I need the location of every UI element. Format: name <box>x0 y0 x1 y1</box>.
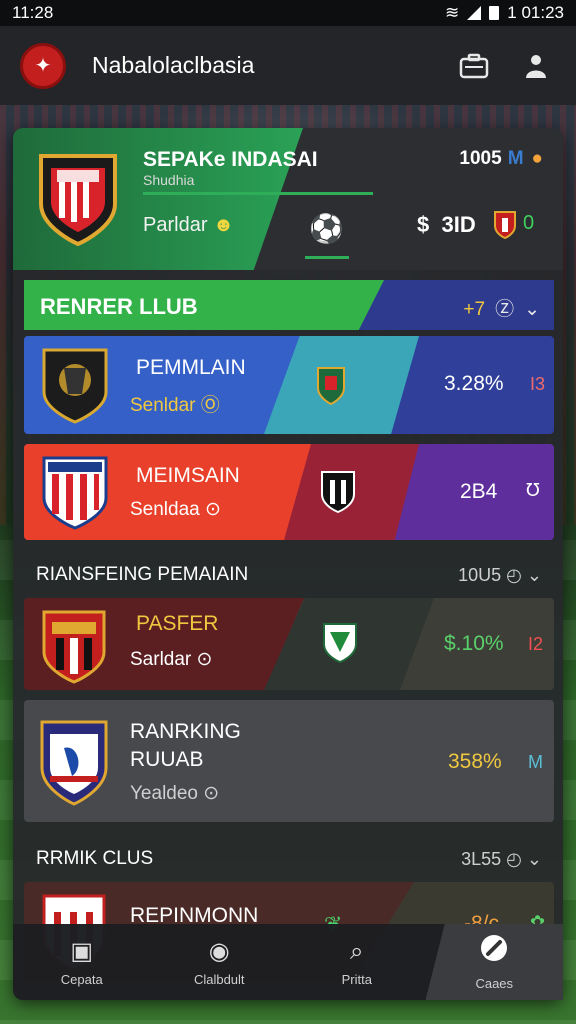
featured-club-card[interactable]: SEPAKe INDASAI Shudhia Parldar ☻ ⚽ 1005 M… <box>13 128 563 270</box>
mini-crest-icon <box>316 366 346 411</box>
person-icon[interactable] <box>516 46 556 86</box>
row-subtitle: Senldar Ⓞ <box>130 395 220 416</box>
wifi-icon: ≋ <box>445 3 460 22</box>
chevron-down-icon: ⌄ <box>526 564 542 585</box>
row-title: PEMMLAIN <box>136 356 246 379</box>
section-title: RIANSFEING PEMAIAIN <box>36 564 249 585</box>
row-value: 3.28% <box>444 372 504 395</box>
nav-item-pritta[interactable]: ⌕ Pritta <box>288 924 426 1000</box>
list-item[interactable]: PEMMLAIN Senldar Ⓞ 3.28% I3 <box>24 336 554 434</box>
clock-icon: ◴ <box>506 848 522 869</box>
club-crest-icon <box>40 608 108 690</box>
mini-crest-icon <box>320 470 356 519</box>
app-screen: 11:28 ≋ 1 01:23 ✦ Nabalolaclbasia SEPAKe… <box>0 0 576 1024</box>
mini-crest-icon <box>322 622 358 669</box>
badge-icon: Ⓩ <box>495 299 515 320</box>
club-crest-icon <box>38 718 110 813</box>
briefcase-icon[interactable] <box>454 46 494 86</box>
battery-icon <box>489 6 500 20</box>
featured-club-title: SEPAKe INDASAI <box>143 148 318 171</box>
row-tag: M <box>528 752 543 772</box>
club-crest-icon <box>37 150 119 253</box>
list-item[interactable]: PASFER Sarldar ⊙ $.10% I2 <box>24 598 554 690</box>
signal-icon <box>467 6 482 20</box>
section-header[interactable]: RRMIK CLUS 3L55 ◴ ⌄ <box>24 836 554 882</box>
section-title: RRMIK CLUS <box>36 848 154 869</box>
circle-icon: ◉ <box>208 938 230 965</box>
coin-icon: ● <box>531 148 543 169</box>
club-crest-icon <box>40 346 110 431</box>
search-icon: ⌕ <box>350 937 364 965</box>
app-bar: ✦ Nabalolaclbasia <box>0 26 576 105</box>
app-title: Nabalolaclbasia <box>92 52 255 78</box>
mini-crest-icon <box>493 210 517 245</box>
featured-count: 0 <box>523 212 535 234</box>
row-value: 358% <box>448 750 502 773</box>
tab-indicator <box>305 256 349 259</box>
progress-bar <box>143 192 373 195</box>
nav-item-caaes[interactable]: Caaes <box>425 924 563 1000</box>
row-title: RANRKING <box>130 720 241 743</box>
row-value: $.10% <box>444 632 504 655</box>
row-subtitle: Sarldar ⊙ <box>130 649 213 670</box>
bottom-nav: ▣ Cepata ◉ Clalbdult ⌕ Pritta Caaes <box>13 924 563 1000</box>
soccer-ball-icon[interactable]: ⚽ <box>309 212 344 245</box>
row-title-line2: RUUAB <box>130 748 204 771</box>
row-tag: ℧ <box>526 480 540 500</box>
row-title: PASFER <box>136 612 219 635</box>
row-subtitle: Senldaa ⊙ <box>130 499 221 520</box>
club-panel: SEPAKe INDASAI Shudhia Parldar ☻ ⚽ 1005 M… <box>13 128 563 1000</box>
row-subtitle: Yealdeo ⊙ <box>130 783 220 804</box>
row-value: 2B4 <box>460 480 498 503</box>
row-title: MEIMSAIN <box>136 464 240 487</box>
status-time-right: 1 01:23 <box>507 3 564 22</box>
club-section-header[interactable]: RENRER LLUB +7 Ⓩ ⌄ <box>24 280 554 330</box>
whistle-icon <box>479 933 509 970</box>
row-tag: I2 <box>528 634 544 654</box>
row-tag: I3 <box>530 374 546 394</box>
list-item[interactable]: RANRKING RUUAB Yealdeo ⊙ 358% M <box>24 700 554 822</box>
list-item[interactable]: MEIMSAIN Senldaa ⊙ 2B4 ℧ <box>24 444 554 540</box>
featured-club-subtitle: Shudhia <box>143 172 195 188</box>
square-icon: ▣ <box>70 938 94 965</box>
nav-item-clalbdult[interactable]: ◉ Clalbdult <box>151 924 289 1000</box>
club-crest-icon <box>40 454 110 537</box>
club-section-title: RENRER LLUB <box>40 294 198 319</box>
money-value: $ 3ID <box>417 212 476 237</box>
status-bar: 11:28 ≋ 1 01:23 <box>0 0 576 26</box>
clock-icon: ◴ <box>506 564 522 585</box>
chevron-down-icon: ⌄ <box>524 299 540 320</box>
featured-label: Parldar ☻ <box>143 214 235 236</box>
status-time-left: 11:28 <box>12 3 54 22</box>
nav-item-cepata[interactable]: ▣ Cepata <box>13 924 151 1000</box>
chevron-down-icon: ⌄ <box>526 848 542 869</box>
section-header[interactable]: RIANSFEING PEMAIAIN 10U5 ◴ ⌄ <box>24 552 554 598</box>
featured-stat: 1005 M ● <box>459 148 543 169</box>
club-logo-icon[interactable]: ✦ <box>20 42 66 89</box>
